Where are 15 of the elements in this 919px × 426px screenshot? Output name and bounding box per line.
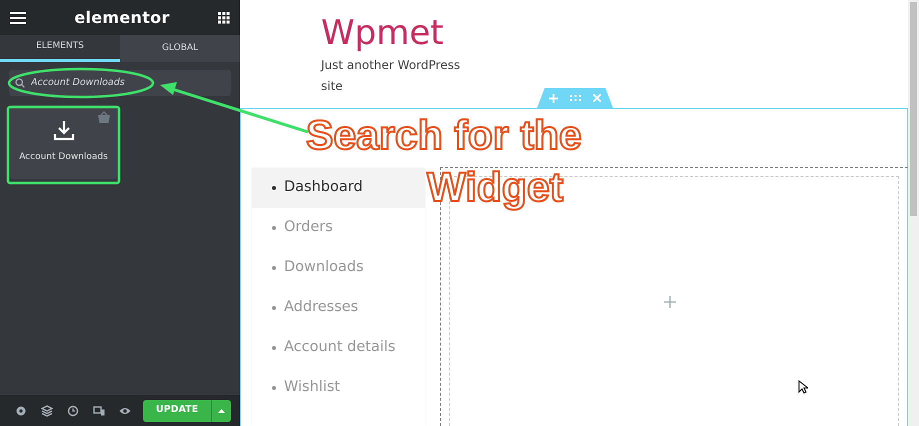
widget-card[interactable]: Account Downloads (10, 105, 117, 179)
nav-item[interactable]: Downloads (252, 248, 425, 288)
site-title[interactable]: Wpmet (321, 13, 444, 54)
logo-text: elementor (74, 6, 170, 28)
nav-item[interactable]: Account details (252, 328, 425, 368)
annotation-text: Widget (427, 163, 564, 212)
site-tagline: Just another WordPress site (321, 57, 462, 95)
update-button[interactable]: UPDATE (143, 400, 211, 422)
nav-item[interactable]: Wishlist (252, 368, 425, 408)
annotation-text: Search for the (306, 111, 582, 160)
nav-item[interactable]: Dashboard (252, 168, 425, 208)
nav-item[interactable]: Addresses (252, 288, 425, 328)
nav-item[interactable]: Orders (252, 208, 425, 248)
widget-label: Account Downloads (19, 151, 108, 164)
panel-tab[interactable]: GLOBAL (120, 35, 240, 62)
